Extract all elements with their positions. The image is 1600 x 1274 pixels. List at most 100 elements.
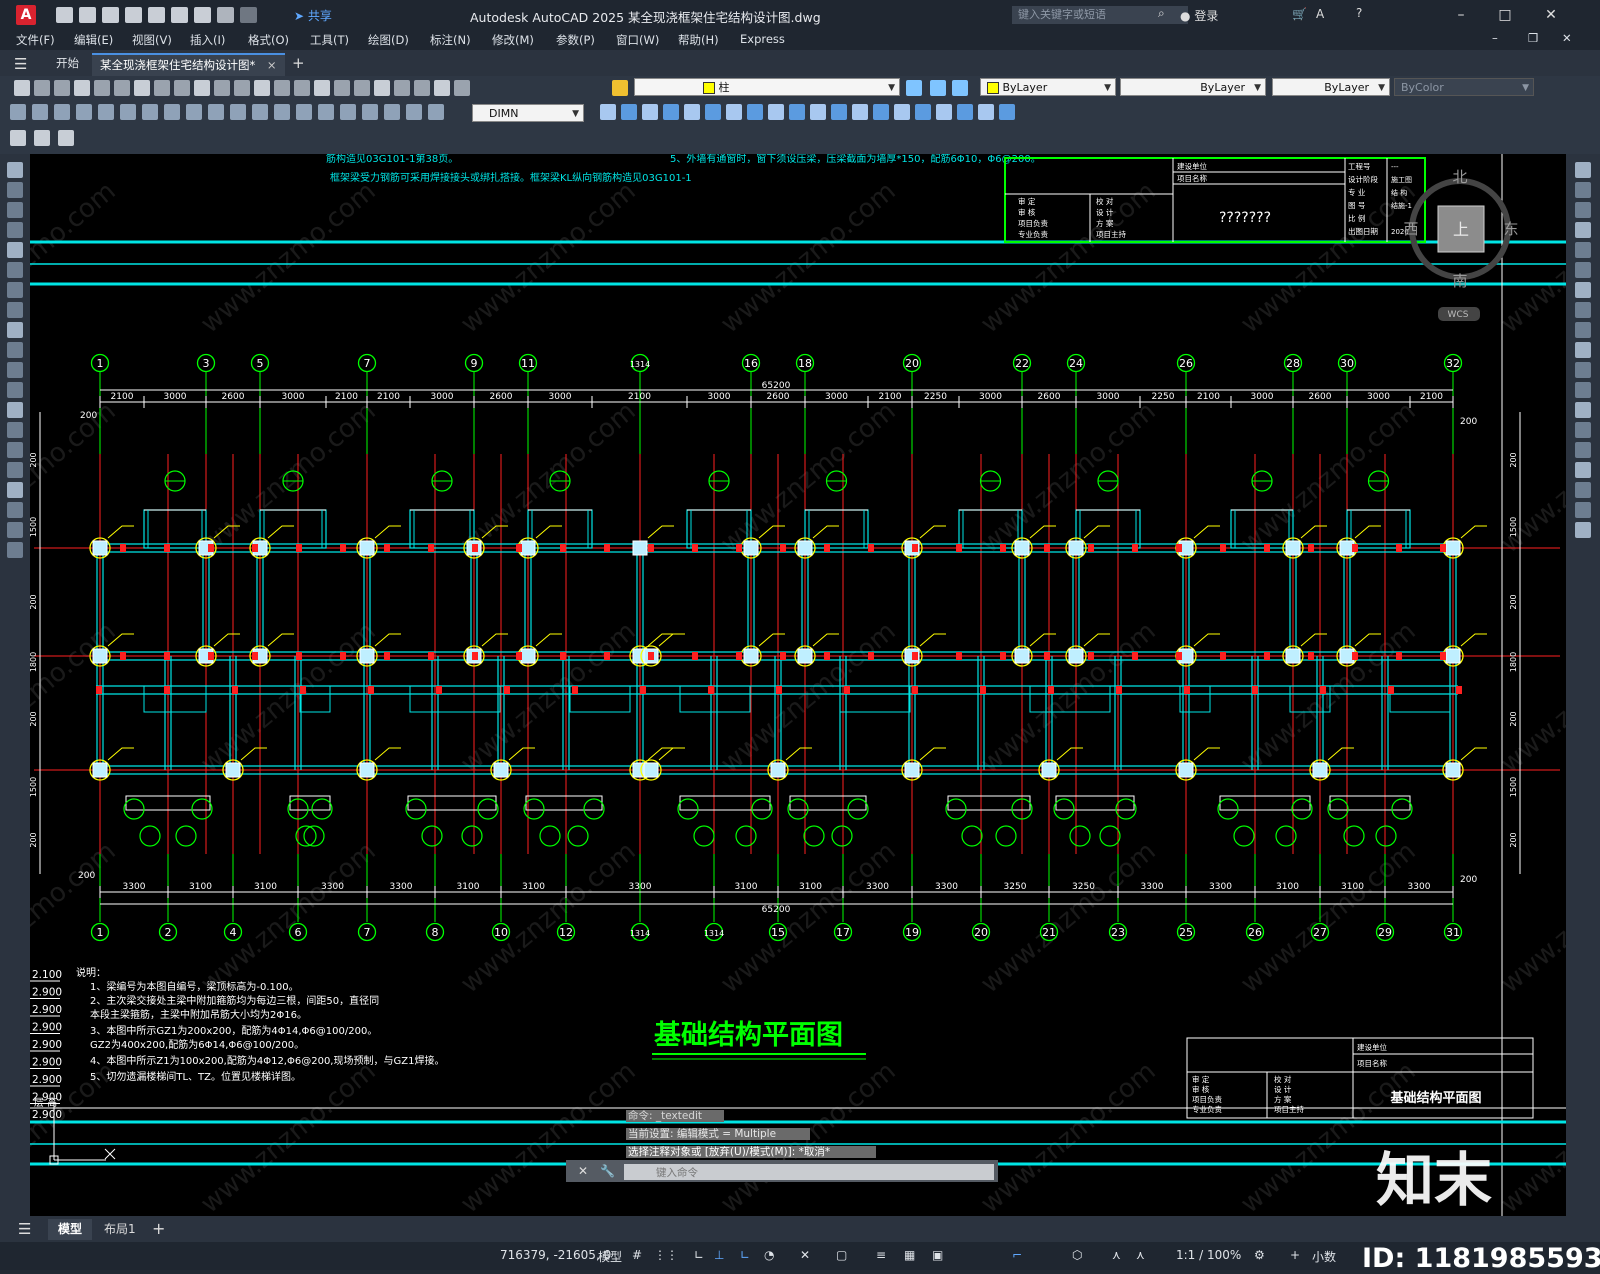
view-tool-0-icon[interactable] (600, 104, 616, 120)
modify-tool-8-icon[interactable] (1575, 322, 1591, 338)
ucs-toggle-icon[interactable]: ⌐ (1012, 1248, 1022, 1262)
modify-tool-11-icon[interactable] (1575, 382, 1591, 398)
model-space-toggle[interactable]: 模型 (598, 1248, 622, 1265)
menu-parametric[interactable]: 参数(P) (556, 32, 595, 48)
layer-state-icon[interactable] (906, 80, 922, 96)
open-web-icon[interactable] (148, 7, 165, 23)
command-close-icon[interactable]: ✕ (578, 1164, 588, 1178)
color-dropdown[interactable]: ByLayer ▼ (980, 78, 1116, 96)
block-editor-icon[interactable] (10, 130, 26, 146)
draw-tool-13-icon[interactable] (7, 422, 23, 438)
modify-tool-3-icon[interactable] (1575, 222, 1591, 238)
view-tool-13-icon[interactable] (873, 104, 889, 120)
menu-file[interactable]: 文件(F) (16, 32, 55, 48)
draw-tool-2-icon[interactable] (7, 202, 23, 218)
layer-match-icon[interactable] (952, 80, 968, 96)
new-file-icon[interactable] (56, 7, 73, 23)
draw-tool-11-icon[interactable] (7, 382, 23, 398)
polar-icon[interactable]: ◔ (764, 1248, 774, 1262)
calc-icon[interactable] (434, 80, 450, 96)
menu-view[interactable]: 视图(V) (132, 32, 172, 48)
modify-tool-14-icon[interactable] (1575, 442, 1591, 458)
zoom-icon[interactable] (274, 80, 290, 96)
jogged-icon[interactable] (120, 104, 136, 120)
modify-tool-17-icon[interactable] (1575, 502, 1591, 518)
modify-tool-16-icon[interactable] (1575, 482, 1591, 498)
draw-tool-14-icon[interactable] (7, 442, 23, 458)
view-tool-7-icon[interactable] (747, 104, 763, 120)
modify-tool-4-icon[interactable] (1575, 242, 1591, 258)
new-tab-button[interactable]: + (284, 53, 313, 74)
plus-icon[interactable]: + (1290, 1248, 1300, 1262)
sheet-set-icon[interactable] (394, 80, 410, 96)
tolerance-icon[interactable] (296, 104, 312, 120)
redo-icon[interactable] (240, 7, 257, 23)
aligned-dim-icon[interactable] (32, 104, 48, 120)
draw-tool-7-icon[interactable] (7, 302, 23, 318)
draw-tool-5-icon[interactable] (7, 262, 23, 278)
add-layout-icon[interactable]: + (152, 1219, 165, 1238)
menu-express[interactable]: Express (740, 32, 785, 46)
view-tool-2-icon[interactable] (642, 104, 658, 120)
radius-icon[interactable] (98, 104, 114, 120)
modify-tool-1-icon[interactable] (1575, 182, 1591, 198)
lineweight-dropdown[interactable]: ByLayer ▼ (1272, 78, 1390, 96)
draw-tool-4-icon[interactable] (7, 242, 23, 258)
view-tool-9-icon[interactable] (789, 104, 805, 120)
copy-icon[interactable] (154, 80, 170, 96)
view-tool-18-icon[interactable] (978, 104, 994, 120)
dimstyle-dropdown[interactable]: DIMN ▼ (472, 104, 584, 122)
properties-icon[interactable] (334, 80, 350, 96)
menu-insert[interactable]: 插入(I) (190, 32, 225, 48)
space-icon[interactable] (252, 104, 268, 120)
baseline-icon[interactable] (208, 104, 224, 120)
modify-tool-12-icon[interactable] (1575, 402, 1591, 418)
paste-icon[interactable] (174, 80, 190, 96)
continue-icon[interactable] (230, 104, 246, 120)
tab-close-icon[interactable]: × (267, 58, 277, 72)
diameter-icon[interactable] (142, 104, 158, 120)
block-insert-icon[interactable] (34, 130, 50, 146)
lineweight-icon[interactable]: ≡ (876, 1248, 886, 1262)
hamburger-menu-icon[interactable]: ☰ (14, 55, 27, 73)
view-tool-6-icon[interactable] (726, 104, 742, 120)
transparency-icon[interactable]: ▦ (904, 1248, 915, 1262)
cut-icon[interactable] (134, 80, 150, 96)
zoom-prev-icon[interactable] (314, 80, 330, 96)
grid-icon[interactable]: # (632, 1248, 642, 1262)
layout-menu-icon[interactable]: ☰ (18, 1220, 31, 1238)
view-tool-11-icon[interactable] (831, 104, 847, 120)
pan-icon[interactable] (254, 80, 270, 96)
draw-tool-1-icon[interactable] (7, 182, 23, 198)
snap-icon[interactable]: ⋮⋮ (654, 1248, 678, 1262)
layer-previous-icon[interactable] (930, 80, 946, 96)
undo-icon[interactable] (217, 7, 234, 23)
plotstyle-dropdown[interactable]: ByColor ▼ (1394, 78, 1534, 96)
isodraft-icon[interactable]: ✕ (800, 1248, 810, 1262)
annotation-visibility-icon[interactable]: ⋏ (1112, 1248, 1121, 1262)
plot-icon[interactable] (74, 80, 90, 96)
modify-tool-6-icon[interactable] (1575, 282, 1591, 298)
draw-tool-16-icon[interactable] (7, 482, 23, 498)
draw-tool-18-icon[interactable] (7, 522, 23, 538)
menu-modify[interactable]: 修改(M) (492, 32, 534, 48)
modify-tool-0-icon[interactable] (1575, 162, 1591, 178)
doc-minimize-icon[interactable]: – (1492, 31, 1498, 45)
tab-start[interactable]: 开始 (48, 53, 87, 74)
osnap-icon[interactable]: ▢ (836, 1248, 847, 1262)
layer-properties-icon[interactable] (612, 80, 628, 96)
menu-draw[interactable]: 绘图(D) (368, 32, 409, 48)
doc-close-icon[interactable]: ✕ (1562, 31, 1572, 45)
publish-icon[interactable] (114, 80, 130, 96)
arc-length-icon[interactable] (54, 104, 70, 120)
modify-tool-10-icon[interactable] (1575, 362, 1591, 378)
menu-window[interactable]: 窗口(W) (616, 32, 659, 48)
drawing-canvas[interactable]: www.znzmo.com www.znzmo.com www.znzmo.com w… (30, 154, 1566, 1216)
draw-tool-12-icon[interactable] (7, 402, 23, 418)
design-center-icon[interactable] (354, 80, 370, 96)
workspace-icon[interactable]: ⬡ (1072, 1248, 1082, 1262)
search-icon[interactable]: ⌕ (1158, 6, 1165, 21)
draw-tool-10-icon[interactable] (7, 362, 23, 378)
angular-icon[interactable] (164, 104, 180, 120)
center-mark-icon[interactable] (318, 104, 334, 120)
